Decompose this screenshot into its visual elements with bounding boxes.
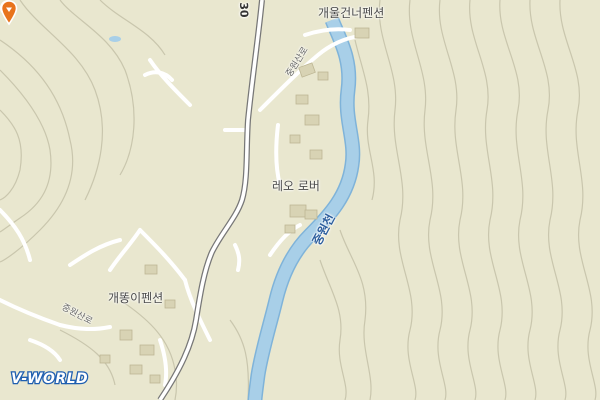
vworld-logo-mark: V-WORLD — [10, 370, 89, 388]
route-number-label: 30 — [237, 2, 251, 18]
vworld-logo-text: V-WORLD — [11, 371, 88, 387]
pond — [109, 36, 121, 42]
place-label-left: 개똥이펜션 — [108, 291, 164, 305]
location-pin-icon[interactable] — [0, 0, 18, 26]
place-label-top: 개울건너펜션 — [318, 6, 385, 20]
map-canvas[interactable]: 30 개울건너펜션 중원산로 레오 로버 중원천 개똥이펜션 중원산로 V-WO… — [0, 0, 600, 400]
place-label-center: 레오 로버 — [272, 179, 320, 193]
